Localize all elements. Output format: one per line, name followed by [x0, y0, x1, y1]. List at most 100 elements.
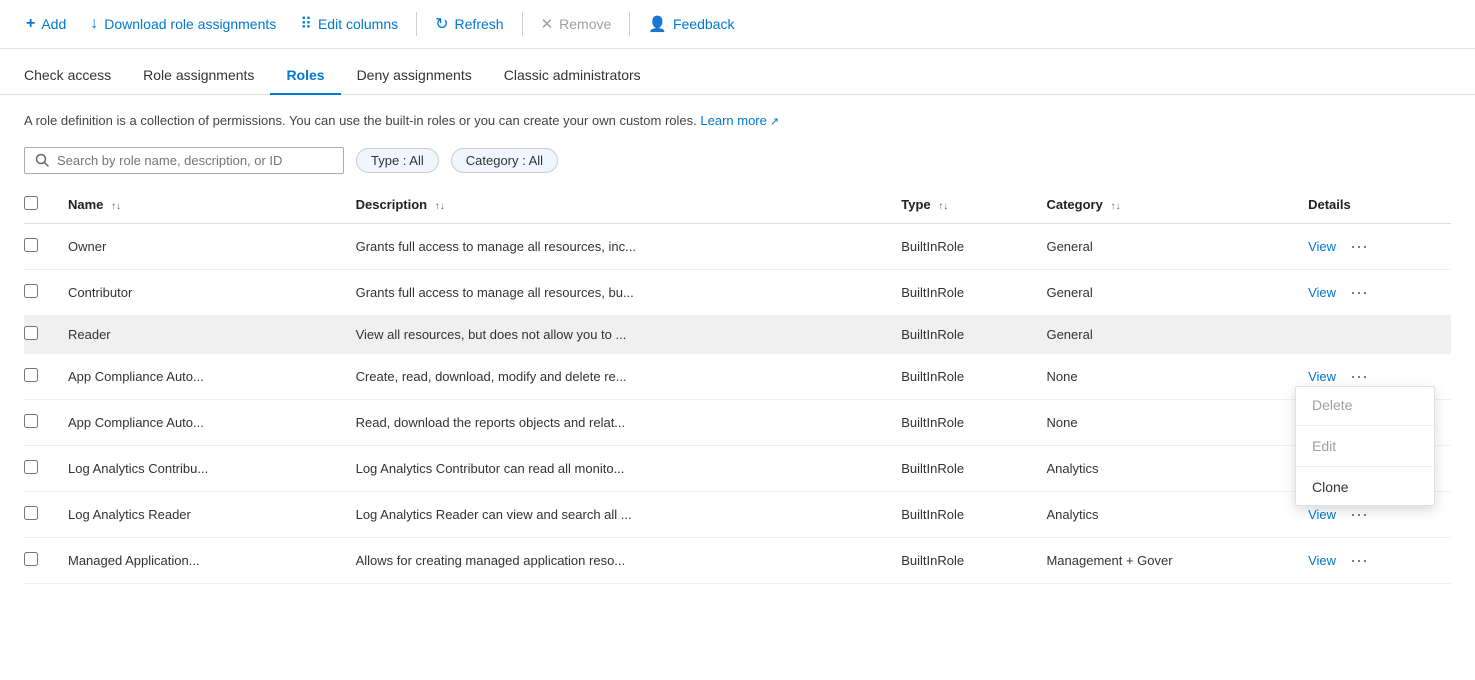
- refresh-label: Refresh: [455, 16, 504, 32]
- category-sort-icon[interactable]: ↑↓: [1110, 201, 1120, 212]
- add-button[interactable]: Add: [16, 9, 76, 39]
- refresh-button[interactable]: Refresh: [425, 8, 513, 40]
- context-menu-divider: [1296, 425, 1434, 426]
- row-type: BuiltInRole: [893, 353, 1038, 399]
- row-type: BuiltInRole: [893, 537, 1038, 583]
- header-details: Details: [1300, 186, 1451, 224]
- row-description: Grants full access to manage all resourc…: [348, 269, 894, 315]
- tab-check-access[interactable]: Check access: [24, 57, 127, 95]
- header-category[interactable]: Category ↑↓: [1038, 186, 1300, 224]
- row-ellipsis-button[interactable]: ···: [1344, 280, 1374, 305]
- type-sort-icon[interactable]: ↑↓: [938, 201, 948, 212]
- tabs-container: Check access Role assignments Roles Deny…: [0, 57, 1475, 95]
- toolbar-divider-2: [522, 12, 523, 36]
- header-type[interactable]: Type ↑↓: [893, 186, 1038, 224]
- row-name: Contributor: [60, 269, 348, 315]
- description-text: A role definition is a collection of per…: [24, 113, 697, 128]
- category-filter-chip[interactable]: Category : All: [451, 148, 558, 173]
- view-link[interactable]: View: [1308, 239, 1336, 254]
- row-type: BuiltInRole: [893, 491, 1038, 537]
- row-category: General: [1038, 269, 1300, 315]
- tab-classic-administrators[interactable]: Classic administrators: [488, 57, 657, 95]
- row-type: BuiltInRole: [893, 315, 1038, 353]
- row-category: General: [1038, 223, 1300, 269]
- select-all-checkbox[interactable]: [24, 196, 38, 210]
- row-checkbox-cell: [24, 269, 60, 315]
- row-details: View ···: [1300, 270, 1451, 315]
- table-header-row: Name ↑↓ Description ↑↓ Type ↑↓ Category …: [24, 186, 1451, 224]
- table-row: App Compliance Auto...Read, download the…: [24, 399, 1451, 445]
- context-menu-delete[interactable]: Delete: [1296, 387, 1434, 423]
- row-name: Reader: [60, 315, 348, 353]
- feedback-icon: [648, 15, 667, 33]
- header-description[interactable]: Description ↑↓: [348, 186, 894, 224]
- view-link[interactable]: View: [1308, 553, 1336, 568]
- description-sort-icon[interactable]: ↑↓: [435, 201, 445, 212]
- feedback-button[interactable]: Feedback: [638, 9, 744, 39]
- row-description: View all resources, but does not allow y…: [348, 315, 894, 353]
- search-input[interactable]: [57, 153, 333, 168]
- context-menu-clone[interactable]: Clone: [1296, 469, 1434, 505]
- header-name[interactable]: Name ↑↓: [60, 186, 348, 224]
- row-checkbox-cell: [24, 537, 60, 583]
- table-row: App Compliance Auto...Create, read, down…: [24, 353, 1451, 399]
- row-ellipsis-button[interactable]: ···: [1344, 548, 1374, 573]
- add-icon: [26, 15, 35, 33]
- table-row: Log Analytics Contribu...Log Analytics C…: [24, 445, 1451, 491]
- row-ellipsis-button[interactable]: ···: [1344, 364, 1374, 389]
- row-description: Grants full access to manage all resourc…: [348, 223, 894, 269]
- search-icon: [35, 153, 49, 167]
- toolbar: Add Download role assignments Edit colum…: [0, 0, 1475, 49]
- row-checkbox-cell: [24, 353, 60, 399]
- row-checkbox[interactable]: [24, 506, 38, 520]
- row-category: None: [1038, 353, 1300, 399]
- row-description: Create, read, download, modify and delet…: [348, 353, 894, 399]
- table-row: ReaderView all resources, but does not a…: [24, 315, 1451, 353]
- remove-button[interactable]: Remove: [531, 9, 622, 39]
- search-box[interactable]: [24, 147, 344, 174]
- row-checkbox[interactable]: [24, 368, 38, 382]
- row-type: BuiltInRole: [893, 269, 1038, 315]
- row-checkbox[interactable]: [24, 460, 38, 474]
- learn-more-link[interactable]: Learn more: [700, 113, 779, 128]
- row-checkbox-cell: [24, 223, 60, 269]
- row-ellipsis-button[interactable]: ···: [1344, 234, 1374, 259]
- description-bar: A role definition is a collection of per…: [0, 95, 1475, 139]
- tab-roles[interactable]: Roles: [270, 57, 340, 95]
- toolbar-divider-1: [416, 12, 417, 36]
- tab-deny-assignments[interactable]: Deny assignments: [341, 57, 488, 95]
- row-checkbox[interactable]: [24, 284, 38, 298]
- context-menu: Delete Edit Clone: [1295, 386, 1435, 506]
- tab-role-assignments[interactable]: Role assignments: [127, 57, 270, 95]
- row-description: Log Analytics Reader can view and search…: [348, 491, 894, 537]
- row-category: None: [1038, 399, 1300, 445]
- row-name: Owner: [60, 223, 348, 269]
- download-label: Download role assignments: [104, 16, 276, 32]
- row-details: View ···: [1300, 224, 1451, 269]
- refresh-icon: [435, 14, 448, 34]
- row-checkbox[interactable]: [24, 414, 38, 428]
- toolbar-divider-3: [629, 12, 630, 36]
- row-name: App Compliance Auto...: [60, 353, 348, 399]
- edit-columns-button[interactable]: Edit columns: [290, 8, 408, 40]
- row-checkbox-cell: [24, 491, 60, 537]
- remove-icon: [541, 15, 554, 33]
- view-link[interactable]: View: [1308, 285, 1336, 300]
- table-row: Managed Application...Allows for creatin…: [24, 537, 1451, 583]
- row-checkbox[interactable]: [24, 238, 38, 252]
- type-filter-chip[interactable]: Type : All: [356, 148, 439, 173]
- download-button[interactable]: Download role assignments: [80, 9, 286, 39]
- row-category: Management + Gover: [1038, 537, 1300, 583]
- row-details: [1300, 316, 1451, 336]
- table-row: ContributorGrants full access to manage …: [24, 269, 1451, 315]
- view-link[interactable]: View: [1308, 507, 1336, 522]
- download-icon: [90, 15, 98, 33]
- name-sort-icon[interactable]: ↑↓: [111, 201, 121, 212]
- row-checkbox[interactable]: [24, 326, 38, 340]
- row-checkbox[interactable]: [24, 552, 38, 566]
- table-container: Name ↑↓ Description ↑↓ Type ↑↓ Category …: [0, 186, 1475, 584]
- feedback-label: Feedback: [673, 16, 734, 32]
- view-link[interactable]: View: [1308, 369, 1336, 384]
- context-menu-edit[interactable]: Edit: [1296, 428, 1434, 464]
- row-details: View ···: [1300, 538, 1451, 583]
